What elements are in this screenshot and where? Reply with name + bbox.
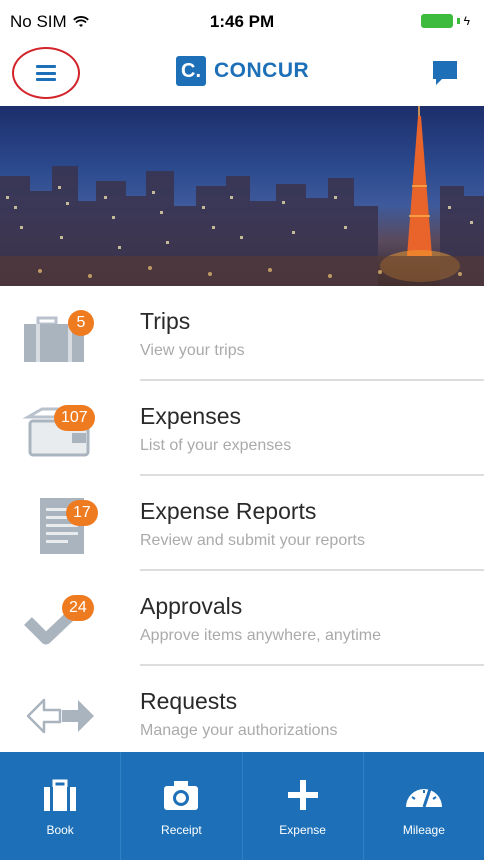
briefcase-icon xyxy=(44,779,77,811)
trips-title: Trips xyxy=(140,308,191,334)
hamburger-icon xyxy=(36,65,56,81)
requests-subtitle: Manage your authorizations xyxy=(140,722,338,739)
trips-count-badge: 5 xyxy=(68,310,94,336)
expenses-title: Expenses xyxy=(140,403,242,429)
expenses-count-badge: 107 xyxy=(54,405,95,431)
tab-mileage[interactable]: Mileage xyxy=(364,752,484,860)
list-item-requests[interactable]: Requests Manage your authorizations xyxy=(0,666,484,761)
concur-logo-text: CONCUR xyxy=(214,59,310,82)
menu-button[interactable] xyxy=(12,47,80,99)
status-bar: No SIM 1:46 PM ϟ xyxy=(0,0,484,40)
trips-subtitle: View your trips xyxy=(140,342,245,359)
charging-icon: ϟ xyxy=(463,14,470,28)
concur-logo: C. CONCUR xyxy=(176,56,309,86)
status-time: 1:46 PM xyxy=(209,12,275,31)
concur-logo-mark: C. xyxy=(176,56,206,86)
camera-icon xyxy=(164,781,199,810)
tab-expense[interactable]: Expense xyxy=(243,752,364,860)
speedometer-icon xyxy=(405,788,442,808)
menu-list: 5 Trips View your trips 107 Expenses Lis… xyxy=(0,286,484,761)
tab-book-label: Book xyxy=(46,823,74,837)
approvals-subtitle: Approve items anywhere, anytime xyxy=(140,627,381,644)
expenses-subtitle: List of your expenses xyxy=(140,437,292,454)
requests-title: Requests xyxy=(140,688,238,714)
list-item-expense-reports[interactable]: 17 Expense Reports Review and submit you… xyxy=(0,476,484,571)
hero-banner-image xyxy=(0,106,484,286)
tab-receipt-label: Receipt xyxy=(161,823,202,837)
expense-reports-subtitle: Review and submit your reports xyxy=(140,532,365,549)
tab-expense-label: Expense xyxy=(279,823,326,837)
approvals-count-badge: 24 xyxy=(62,595,94,621)
plus-icon xyxy=(287,780,318,810)
approvals-title: Approvals xyxy=(140,593,243,619)
list-item-trips[interactable]: 5 Trips View your trips xyxy=(0,286,484,381)
expense-reports-title: Expense Reports xyxy=(140,498,317,524)
tab-receipt[interactable]: Receipt xyxy=(121,752,243,860)
expense-reports-count-badge: 17 xyxy=(66,500,98,526)
chat-icon[interactable] xyxy=(430,58,460,88)
battery-icon: ϟ xyxy=(420,14,470,28)
list-item-expenses[interactable]: 107 Expenses List of your expenses xyxy=(0,381,484,476)
tab-mileage-label: Mileage xyxy=(402,823,445,837)
app-header: C. CONCUR xyxy=(0,40,484,106)
bottom-tab-bar: Book Receipt Expense Mileage xyxy=(0,752,484,860)
tab-book[interactable]: Book xyxy=(0,752,122,860)
list-item-approvals[interactable]: 24 Approvals Approve items anywhere, any… xyxy=(0,571,484,666)
arrows-icon xyxy=(26,698,94,734)
